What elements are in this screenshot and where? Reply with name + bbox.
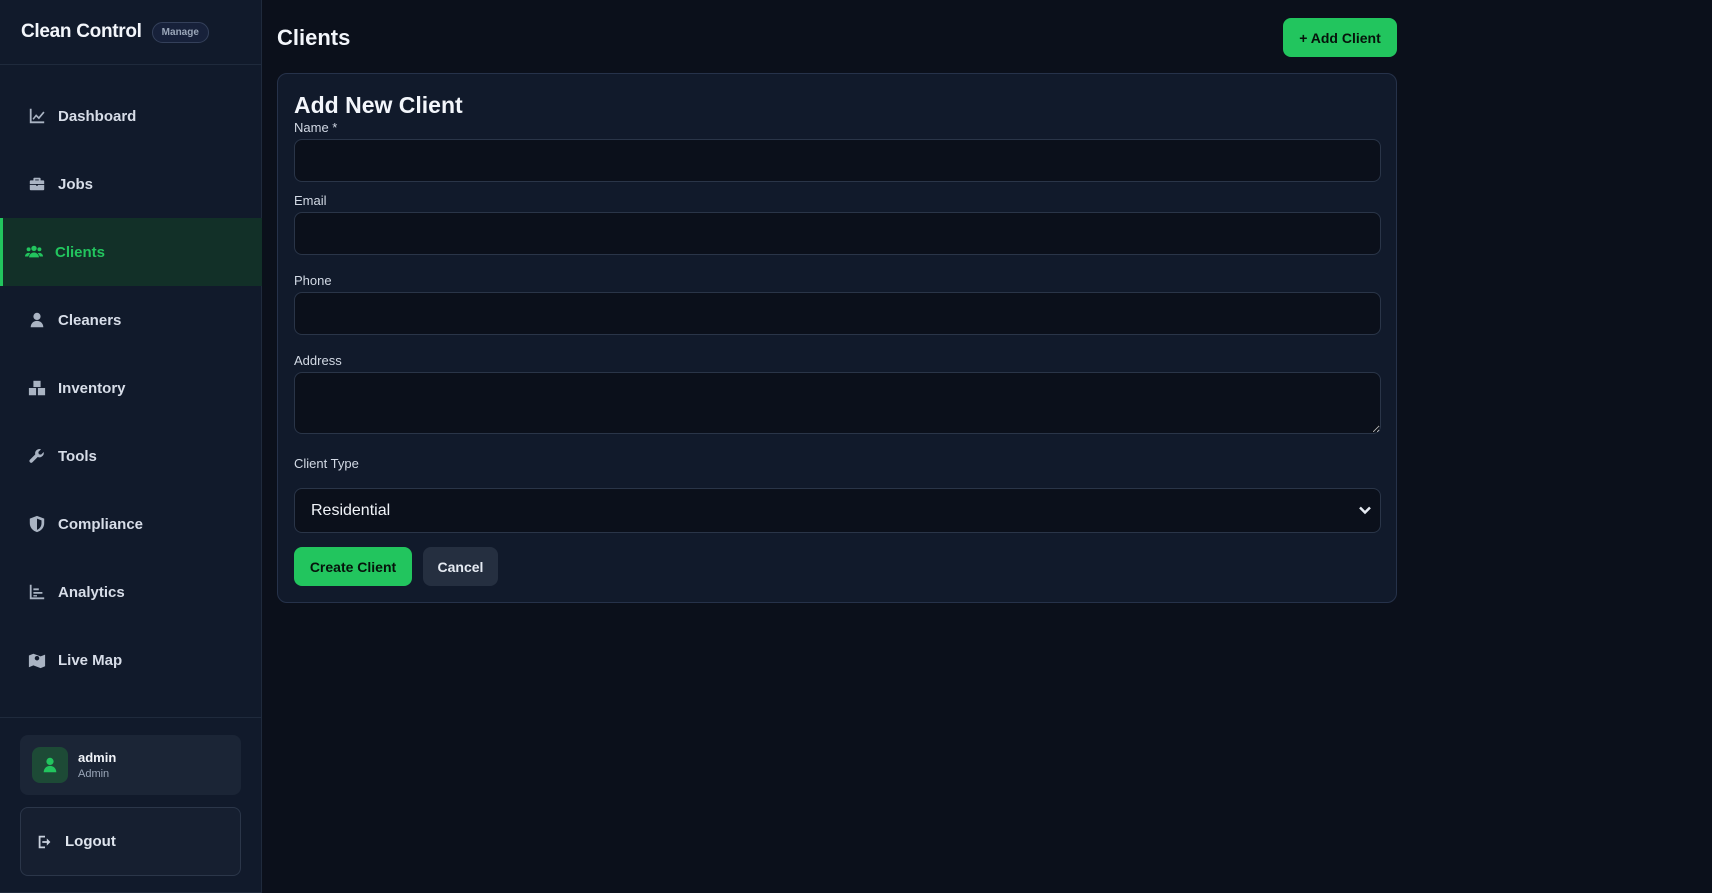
client-type-select[interactable]: Residential	[294, 488, 1381, 533]
user-icon	[27, 310, 47, 330]
logout-label: Logout	[65, 833, 116, 850]
client-type-value: Residential	[311, 501, 391, 519]
email-field[interactable]	[294, 212, 1381, 255]
sidebar: Clean Control Manage Dashboard Jobs Clie…	[0, 0, 262, 893]
sidebar-item-jobs[interactable]: Jobs	[0, 150, 262, 218]
sidebar-item-tools[interactable]: Tools	[0, 422, 262, 490]
avatar	[32, 747, 68, 783]
sidebar-item-clients[interactable]: Clients	[0, 218, 262, 286]
logout-icon	[38, 835, 51, 848]
sidebar-item-live-map[interactable]: Live Map	[0, 626, 262, 694]
sidebar-item-label: Clients	[55, 243, 106, 261]
sidebar-nav: Dashboard Jobs Clients Cleaners Inventor…	[0, 82, 262, 694]
map-icon	[27, 650, 47, 670]
brand-header: Clean Control Manage	[0, 0, 261, 65]
boxes-icon	[27, 378, 47, 398]
sidebar-item-label: Jobs	[58, 175, 94, 193]
wrench-icon	[27, 446, 47, 466]
address-label: Address	[294, 353, 342, 368]
sidebar-item-label: Inventory	[58, 379, 126, 397]
name-field[interactable]	[294, 139, 1381, 182]
email-label: Email	[294, 193, 327, 208]
user-card[interactable]: admin Admin	[20, 735, 241, 795]
user-role: Admin	[78, 768, 110, 780]
create-client-button[interactable]: Create Client	[294, 547, 412, 586]
cancel-button[interactable]: Cancel	[423, 547, 498, 586]
sidebar-item-label: Tools	[58, 447, 97, 465]
name-label: Name *	[294, 120, 338, 135]
bar-chart-icon	[27, 582, 47, 602]
sidebar-item-label: Live Map	[58, 651, 123, 669]
chevron-down-icon	[1358, 503, 1372, 517]
chart-line-icon	[27, 106, 47, 126]
form-title: Add New Client	[294, 92, 463, 118]
sidebar-item-label: Dashboard	[58, 107, 137, 125]
logout-button[interactable]: Logout	[20, 807, 241, 876]
sidebar-item-cleaners[interactable]: Cleaners	[0, 286, 262, 354]
brand-title: Clean Control	[21, 21, 142, 42]
phone-field[interactable]	[294, 292, 1381, 335]
sidebar-item-inventory[interactable]: Inventory	[0, 354, 262, 422]
manage-badge: Manage	[151, 21, 209, 43]
add-client-button[interactable]: + Add Client	[1283, 18, 1397, 57]
phone-label: Phone	[294, 273, 332, 288]
sidebar-item-label: Analytics	[58, 583, 125, 601]
shield-icon	[27, 514, 47, 534]
sidebar-footer: admin Admin Logout	[0, 717, 262, 893]
sidebar-item-dashboard[interactable]: Dashboard	[0, 82, 262, 150]
briefcase-icon	[27, 174, 47, 194]
sidebar-item-analytics[interactable]: Analytics	[0, 558, 262, 626]
user-info: admin Admin	[78, 750, 116, 780]
user-icon	[43, 757, 57, 773]
client-type-label: Client Type	[294, 456, 359, 471]
add-client-form: Add New Client Name * Email Phone Addres…	[277, 73, 1397, 603]
address-field[interactable]	[294, 372, 1381, 434]
users-icon	[24, 242, 44, 262]
page-title: Clients	[277, 25, 351, 50]
sidebar-item-label: Cleaners	[58, 311, 122, 329]
sidebar-item-label: Compliance	[58, 515, 144, 533]
user-name: admin	[78, 750, 117, 765]
sidebar-item-compliance[interactable]: Compliance	[0, 490, 262, 558]
